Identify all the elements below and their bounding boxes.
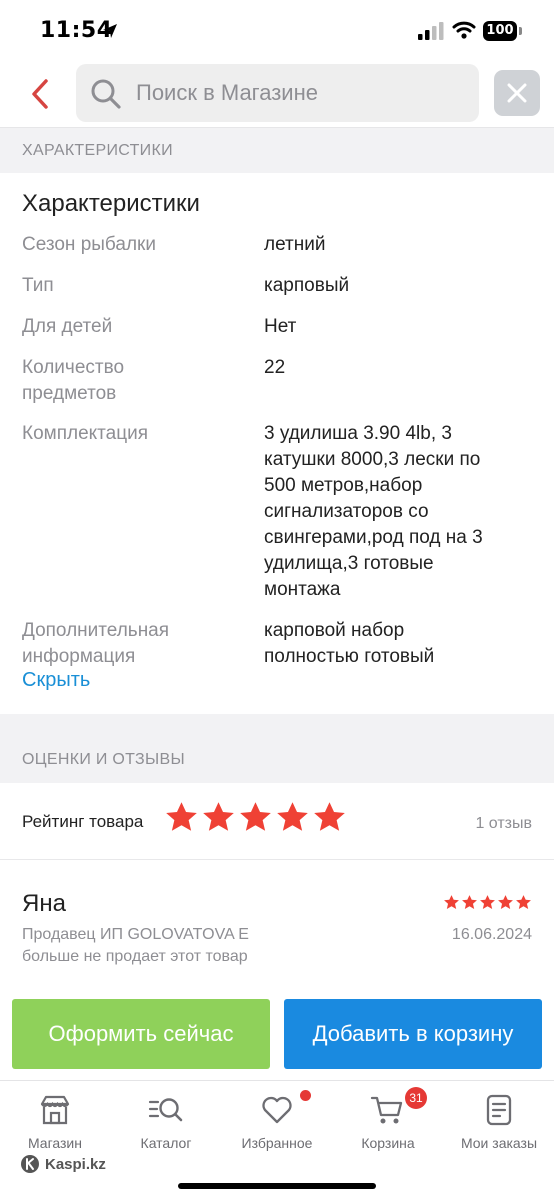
product-rating-row[interactable]: Рейтинг товара 1 отзыв <box>0 782 554 860</box>
spec-value-quantity: 22 <box>264 357 286 378</box>
nav-item-shop[interactable]: Магазин <box>0 1093 110 1151</box>
home-indicator <box>178 1183 376 1189</box>
reviewer-name: Яна <box>22 890 66 917</box>
close-search-button[interactable] <box>494 70 540 116</box>
back-button[interactable] <box>22 72 58 116</box>
hide-specs-link[interactable]: Скрыть <box>22 669 90 692</box>
rating-label: Рейтинг товара <box>22 812 144 831</box>
star-icon <box>203 802 234 831</box>
search-input[interactable]: Поиск в Магазине <box>76 64 479 122</box>
review-stars <box>443 894 532 911</box>
nav-item-orders[interactable]: Мои заказы <box>444 1093 554 1151</box>
heart-icon <box>262 1096 292 1124</box>
spec-value-season: летний <box>264 234 326 255</box>
add-to-cart-button[interactable]: Добавить в корзину <box>284 999 542 1069</box>
spec-value-extra-info: карповой набор полностью готовый <box>264 620 435 667</box>
battery-indicator: 100 <box>483 21 517 41</box>
star-icon <box>480 895 495 909</box>
nav-label: Корзина <box>361 1135 415 1151</box>
buy-now-button[interactable]: Оформить сейчас <box>12 999 270 1069</box>
bottom-navigation: Магазин Каталог Избранное Корзина Мои за… <box>0 1080 554 1200</box>
seller-note: Продавец ИП GOLOVATOVA E больше не прода… <box>22 926 249 965</box>
specs-section-header: ХАРАКТЕРИСТИКИ <box>0 127 554 173</box>
reviews-section-header: ОЦЕНКИ И ОТЗЫВЫ <box>0 737 554 783</box>
star-icon <box>498 895 513 909</box>
spec-value-package: 3 удилиша 3.90 4lb, 3 катушки 8000,3 лес… <box>264 423 483 600</box>
nav-item-catalog[interactable]: Каталог <box>111 1093 221 1151</box>
review-date: 16.06.2024 <box>451 926 532 943</box>
search-icon <box>91 79 121 109</box>
star-icon <box>240 802 271 831</box>
shop-icon <box>40 1095 70 1125</box>
spec-label-package: Комплектация <box>22 423 149 444</box>
cart-icon <box>370 1096 403 1124</box>
orders-icon <box>486 1094 512 1126</box>
spec-value-type: карповый <box>264 275 350 296</box>
search-placeholder: Поиск в Магазине <box>136 80 318 105</box>
catalog-search-icon <box>148 1098 183 1122</box>
star-icon <box>462 895 477 909</box>
spec-label-quantity: Количество предметов <box>22 357 125 404</box>
spec-value-for-kids: Нет <box>264 316 297 337</box>
nav-label: Каталог <box>140 1135 192 1151</box>
close-icon <box>507 83 527 103</box>
nav-label: Избранное <box>241 1135 313 1151</box>
spec-label-for-kids: Для детей <box>22 316 113 337</box>
location-arrow-icon <box>103 24 117 38</box>
nav-item-favorites[interactable]: Избранное <box>222 1093 332 1151</box>
rating-stars <box>164 800 347 835</box>
brand-watermark: Kaspi.kz <box>20 1154 106 1174</box>
battery-tip <box>519 27 522 35</box>
spec-label-season: Сезон рыбалки <box>22 234 156 255</box>
cellular-signal-icon <box>418 22 444 40</box>
cart-count-badge: 31 <box>405 1087 427 1109</box>
star-icon <box>277 802 308 831</box>
nav-label: Мои заказы <box>460 1135 538 1151</box>
star-icon <box>516 895 531 909</box>
chevron-left-icon <box>32 79 48 109</box>
spec-label-extra-info: Дополнительная информация <box>22 620 170 667</box>
review-count-link[interactable]: 1 отзыв <box>475 815 532 833</box>
kaspi-logo-icon <box>21 1155 39 1173</box>
nav-item-cart[interactable]: Корзина <box>333 1093 443 1151</box>
section-header-label: ХАРАКТЕРИСТИКИ <box>22 142 173 159</box>
brand-name: Kaspi.kz <box>45 1155 106 1173</box>
favorites-notification-dot <box>300 1090 311 1101</box>
status-bar: 11:54 100 <box>0 0 554 60</box>
wifi-icon <box>452 21 476 39</box>
specs-title: Характеристики <box>22 190 200 217</box>
star-icon <box>444 895 459 909</box>
nav-label: Магазин <box>27 1135 82 1151</box>
star-icon <box>166 802 197 831</box>
section-header-label: ОЦЕНКИ И ОТЗЫВЫ <box>22 751 185 768</box>
spec-label-type: Тип <box>22 275 54 296</box>
star-icon <box>314 802 345 831</box>
